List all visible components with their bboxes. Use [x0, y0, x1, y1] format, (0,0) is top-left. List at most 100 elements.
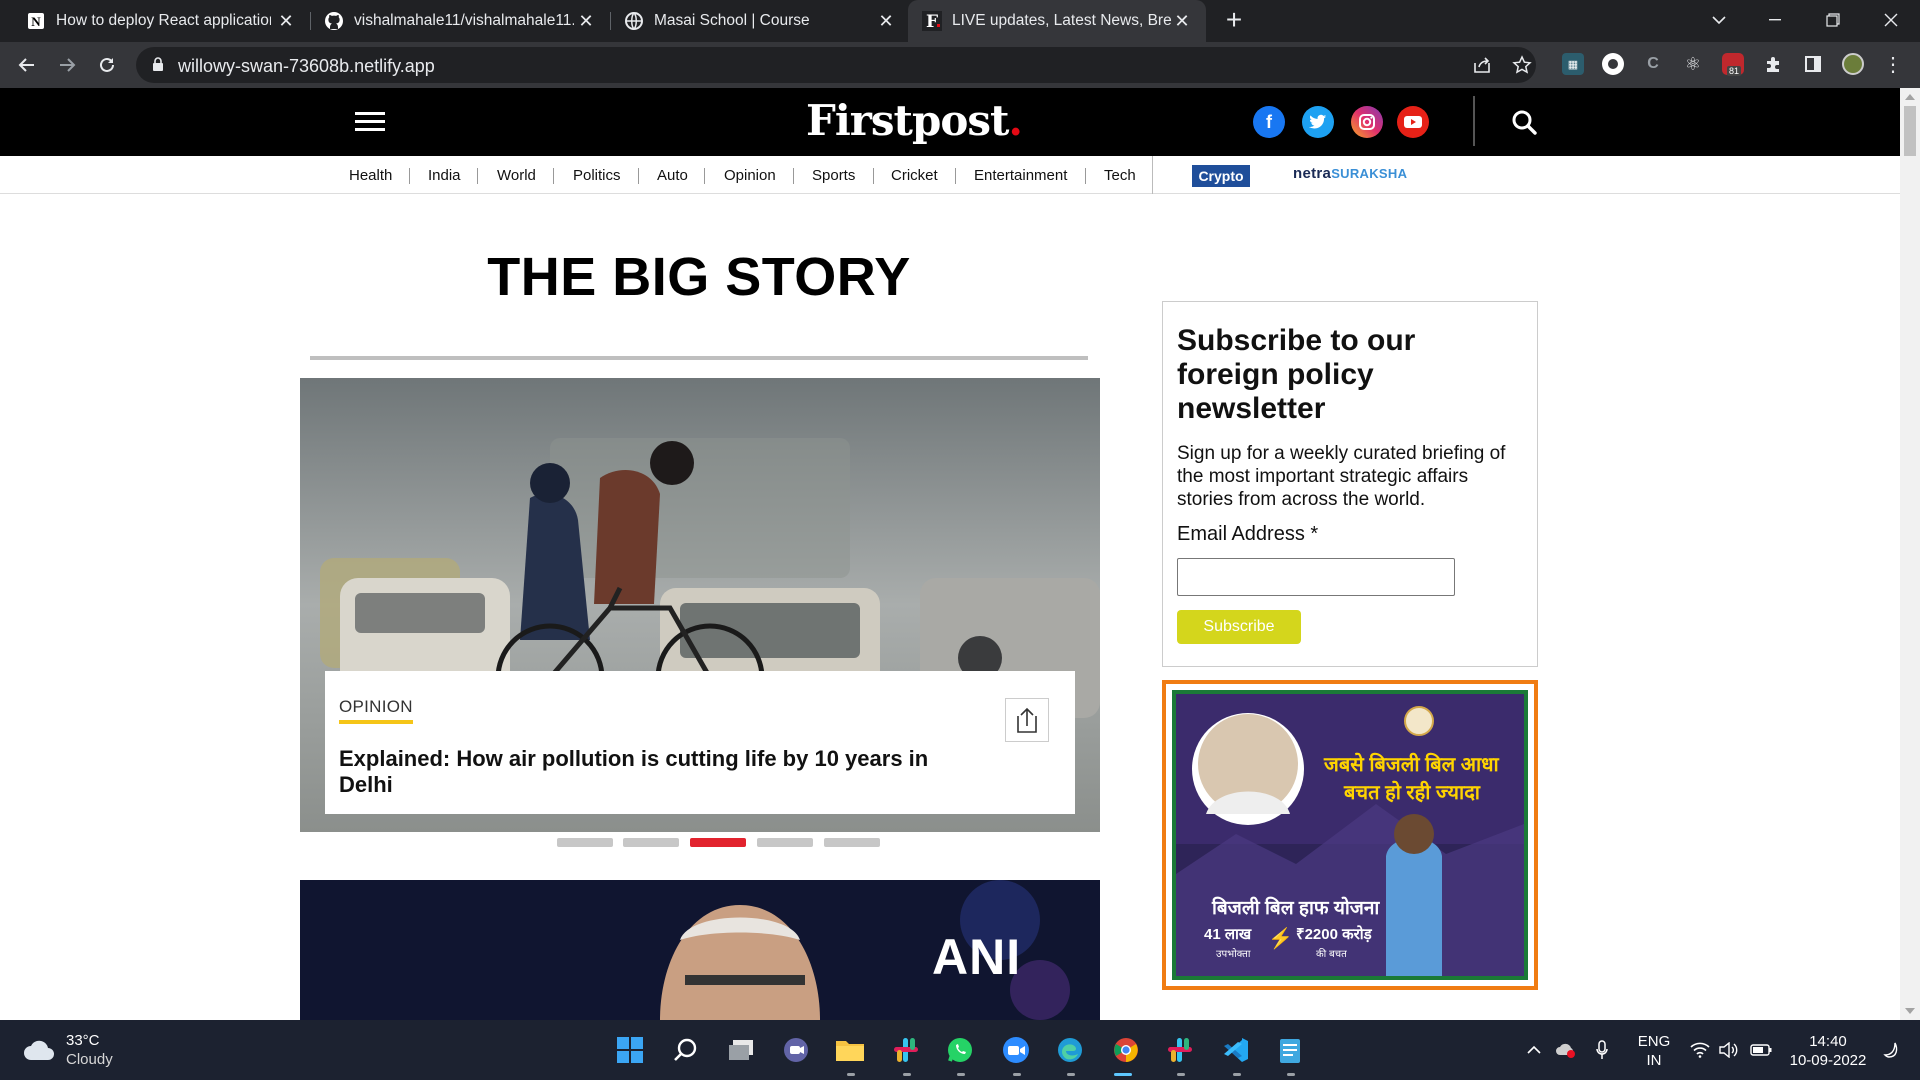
firstpost-logo[interactable]: Firstpost.: [806, 96, 1023, 145]
teams-chat-icon[interactable]: [780, 1034, 812, 1066]
nav-item-tech[interactable]: Tech: [1104, 167, 1136, 184]
slack-icon[interactable]: [1164, 1034, 1196, 1066]
windows-start-icon[interactable]: [614, 1034, 646, 1066]
forward-arrow-icon[interactable]: [54, 52, 80, 78]
nav-item-world[interactable]: World: [497, 167, 536, 184]
whatsapp-icon[interactable]: [944, 1034, 976, 1066]
tab-title: vishalmahale11/vishalmahale11.g: [354, 12, 574, 29]
clock[interactable]: 14:40 10-09-2022: [1786, 1032, 1870, 1070]
close-tab-icon[interactable]: ✕: [276, 11, 296, 31]
notifications-icon[interactable]: [1878, 1034, 1902, 1066]
close-tab-icon[interactable]: ✕: [576, 11, 596, 31]
reload-icon[interactable]: [94, 52, 120, 78]
more-menu-icon[interactable]: ⋮: [1882, 53, 1904, 76]
ad-banner: जबसे बिजली बिल आधा बचत हो रही ज्यादा बिज…: [1172, 690, 1528, 980]
carousel-dot[interactable]: [557, 838, 613, 847]
minimize-icon[interactable]: [1752, 0, 1798, 40]
search-icon[interactable]: [1510, 108, 1538, 136]
tab-title: Masai School | Course: [654, 12, 810, 29]
close-tab-icon[interactable]: ✕: [1172, 11, 1192, 31]
second-story-image[interactable]: ANI: [300, 880, 1100, 1020]
opinion-tag[interactable]: OPINION: [339, 697, 413, 724]
side-panel-icon[interactable]: [1802, 53, 1824, 75]
task-view-icon[interactable]: [725, 1034, 757, 1066]
ad-headline-1: जबसे बिजली बिल आधा: [1324, 754, 1499, 776]
carousel-dot[interactable]: [757, 838, 813, 847]
zoom-icon[interactable]: [1000, 1034, 1032, 1066]
subscribe-button[interactable]: Subscribe: [1177, 610, 1301, 644]
advertisement[interactable]: जबसे बिजली बिल आधा बचत हो रही ज्यादा बिज…: [1162, 680, 1538, 990]
nav-item-sports[interactable]: Sports: [812, 167, 855, 184]
nav-item-opinion[interactable]: Opinion: [724, 167, 776, 184]
lock-icon[interactable]: [152, 57, 164, 72]
bookmark-star-icon[interactable]: [1512, 55, 1532, 75]
search-icon[interactable]: [670, 1034, 702, 1066]
scrollbar-thumb[interactable]: [1904, 106, 1916, 156]
carousel-dot-active[interactable]: [690, 838, 746, 847]
share-icon[interactable]: [1472, 55, 1492, 75]
extension-icon[interactable]: ▦: [1562, 53, 1584, 75]
nav-separator: [873, 168, 874, 184]
restore-icon[interactable]: [1810, 0, 1856, 40]
story-card[interactable]: OPINION Explained: How air pollution is …: [325, 671, 1075, 814]
nav-item-india[interactable]: India: [428, 167, 461, 184]
netra-suraksha-link[interactable]: netraSURAKSHA: [1293, 165, 1407, 182]
chrome-icon[interactable]: [1110, 1034, 1142, 1066]
file-explorer-icon[interactable]: [834, 1034, 866, 1066]
running-indicator: [1233, 1073, 1241, 1076]
volume-icon[interactable]: [1716, 1034, 1740, 1066]
running-indicator: [1287, 1073, 1295, 1076]
notepad-icon[interactable]: [1274, 1034, 1306, 1066]
extension-icon[interactable]: C: [1642, 53, 1664, 75]
youtube-icon[interactable]: [1397, 106, 1429, 138]
browser-tab[interactable]: vishalmahale11/vishalmahale11.g ✕: [310, 0, 610, 42]
email-field[interactable]: [1177, 558, 1455, 596]
react-devtools-icon[interactable]: ⚛: [1682, 53, 1704, 75]
nav-item-auto[interactable]: Auto: [657, 167, 688, 184]
slack-icon[interactable]: [890, 1034, 922, 1066]
wifi-icon[interactable]: [1688, 1034, 1712, 1066]
share-icon[interactable]: [1005, 698, 1049, 742]
chevron-up-icon[interactable]: [1524, 1034, 1544, 1066]
nav-item-health[interactable]: Health: [349, 167, 392, 184]
facebook-glyph: f: [1266, 111, 1272, 132]
close-window-icon[interactable]: [1868, 0, 1914, 40]
crypto-link[interactable]: Crypto: [1192, 165, 1250, 187]
microphone-icon[interactable]: [1592, 1034, 1612, 1066]
page-scrollbar[interactable]: [1900, 88, 1920, 1020]
facebook-icon[interactable]: f: [1253, 106, 1285, 138]
nav-item-entertainment[interactable]: Entertainment: [974, 167, 1067, 184]
browser-tab[interactable]: Masai School | Course ✕: [610, 0, 910, 42]
vscode-icon[interactable]: [1220, 1034, 1252, 1066]
battery-icon[interactable]: [1748, 1034, 1774, 1066]
puzzle-icon[interactable]: [1762, 53, 1784, 75]
nav-item-politics[interactable]: Politics: [573, 167, 621, 184]
scroll-down-arrow-icon[interactable]: [1905, 1008, 1915, 1014]
extension-icon[interactable]: [1602, 53, 1624, 75]
close-tab-icon[interactable]: ✕: [876, 11, 896, 31]
browser-tab-active[interactable]: F LIVE updates, Latest News, Break ✕: [908, 0, 1206, 42]
input-language[interactable]: ENG IN: [1636, 1032, 1672, 1070]
new-tab-button[interactable]: +: [1222, 6, 1246, 34]
browser-tab[interactable]: N How to deploy React application ✕: [0, 0, 310, 42]
instagram-icon[interactable]: [1351, 106, 1383, 138]
back-arrow-icon[interactable]: [14, 52, 40, 78]
tab-search-chevron-icon[interactable]: [1696, 0, 1742, 40]
story-headline[interactable]: Explained: How air pollution is cutting …: [339, 746, 979, 798]
profile-avatar[interactable]: [1842, 53, 1864, 75]
edge-icon[interactable]: [1054, 1034, 1086, 1066]
twitter-icon[interactable]: [1302, 106, 1334, 138]
extension-badge: 81: [1727, 66, 1742, 76]
hamburger-menu-icon[interactable]: [355, 112, 385, 132]
carousel-dot[interactable]: [824, 838, 880, 847]
scroll-up-arrow-icon[interactable]: [1905, 94, 1915, 100]
webpage: Firstpost. f Health India World Politics…: [0, 88, 1900, 1020]
clock-time: 14:40: [1809, 1033, 1847, 1050]
address-bar[interactable]: willowy-swan-73608b.netlify.app: [136, 47, 1536, 83]
url-text[interactable]: willowy-swan-73608b.netlify.app: [178, 56, 435, 77]
extension-icon[interactable]: 81: [1722, 53, 1744, 76]
carousel-dot[interactable]: [623, 838, 679, 847]
onedrive-error-icon[interactable]: [1554, 1034, 1578, 1066]
nav-item-cricket[interactable]: Cricket: [891, 167, 938, 184]
running-indicator: [903, 1073, 911, 1076]
